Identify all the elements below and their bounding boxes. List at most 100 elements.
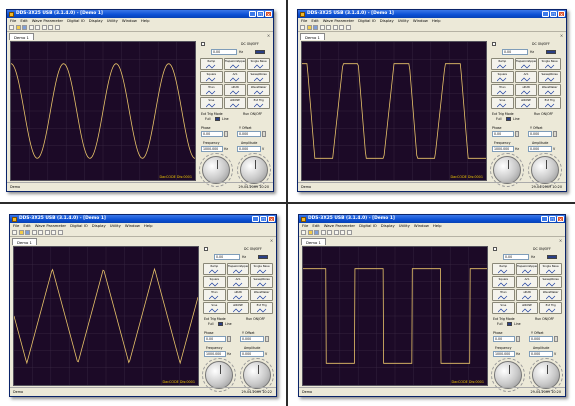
wave-button[interactable]: sRUN xyxy=(223,84,247,96)
save-icon[interactable] xyxy=(25,230,30,235)
dc-field[interactable]: 0.00 xyxy=(211,49,237,55)
tool-icon[interactable] xyxy=(41,25,47,30)
minimize-button[interactable]: _ xyxy=(541,216,548,222)
maximize-button[interactable]: □ xyxy=(257,11,264,17)
ext-mode-full[interactable]: Full xyxy=(205,117,210,121)
phase-input[interactable]: 0.00 xyxy=(493,336,515,342)
tool-icon[interactable] xyxy=(333,230,339,235)
offset-input[interactable]: 0.000 xyxy=(528,131,552,137)
wave-button[interactable]: Single Nave xyxy=(250,263,273,275)
close-button[interactable]: × xyxy=(557,216,564,222)
wave-button[interactable]: Trian xyxy=(203,289,226,301)
amplitude-knob[interactable] xyxy=(531,156,559,184)
wave-button[interactable]: Trian xyxy=(492,289,515,301)
title-bar[interactable]: DDS-3X25 USB (3.1.4.0) - [Demo 1] _ □ × xyxy=(299,215,565,223)
tab-close-icon[interactable]: × xyxy=(266,33,271,38)
tool-icon[interactable] xyxy=(332,25,338,30)
tool-icon[interactable] xyxy=(51,230,56,235)
frequency-input[interactable]: 1000.000 xyxy=(201,146,223,152)
wave-button[interactable]: TrapezoidAppend xyxy=(226,263,250,275)
frequency-knob[interactable] xyxy=(205,361,233,389)
run-icon[interactable] xyxy=(319,25,325,30)
minimize-button[interactable]: _ xyxy=(542,11,549,17)
dc-field[interactable]: 0.00 xyxy=(214,254,240,260)
wave-button[interactable]: WaveMaker xyxy=(539,289,562,301)
title-bar[interactable]: DDS-3X25 USB (3.1.4.0) - [Demo 1] _ □ × xyxy=(10,215,276,223)
tab-demo-1[interactable]: Demo 1 xyxy=(300,33,325,40)
wave-button[interactable]: sNOISE xyxy=(514,97,538,109)
offset-spinner[interactable] xyxy=(554,336,558,342)
wave-button[interactable]: Sine xyxy=(200,97,223,109)
wave-button[interactable]: Square xyxy=(492,276,515,288)
wave-button[interactable]: Ext Trig xyxy=(539,302,562,314)
wave-button[interactable]: TrapezoidAppend xyxy=(515,263,539,275)
stop-icon[interactable] xyxy=(35,25,40,30)
help-icon[interactable] xyxy=(54,25,60,30)
phase-spinner[interactable] xyxy=(227,336,231,342)
frequency-input[interactable]: 1000.000 xyxy=(204,351,226,357)
dc-field[interactable]: 0.00 xyxy=(502,49,528,55)
stop-icon[interactable] xyxy=(38,230,43,235)
frequency-input[interactable]: 1000.000 xyxy=(493,351,515,357)
help-icon[interactable] xyxy=(346,230,352,235)
amplitude-knob[interactable] xyxy=(240,156,268,184)
maximize-button[interactable]: □ xyxy=(550,11,557,17)
ext-mode-toggle[interactable] xyxy=(218,322,223,326)
run-icon[interactable] xyxy=(28,25,34,30)
tab-close-icon[interactable]: × xyxy=(558,238,563,243)
minimize-button[interactable]: _ xyxy=(249,11,256,17)
wave-button[interactable]: Arb xyxy=(226,276,250,288)
wave-button[interactable]: Trian xyxy=(491,84,514,96)
close-button[interactable]: × xyxy=(268,216,275,222)
open-folder-icon[interactable] xyxy=(15,25,21,30)
wave-button[interactable]: Ext Trig xyxy=(538,97,561,109)
wave-button[interactable]: Ramp xyxy=(200,58,223,70)
tool-icon[interactable] xyxy=(340,230,345,235)
ext-mode-full[interactable]: Full xyxy=(208,322,213,326)
save-icon[interactable] xyxy=(22,25,27,30)
offset-input[interactable]: 0.000 xyxy=(529,336,553,342)
wave-button[interactable]: Sine xyxy=(491,97,514,109)
save-icon[interactable] xyxy=(313,25,318,30)
tab-demo-1[interactable]: Demo 1 xyxy=(301,238,326,245)
ext-mode-line[interactable]: Line xyxy=(514,322,521,326)
wave-button[interactable]: Square xyxy=(200,71,223,83)
new-file-icon[interactable] xyxy=(12,230,17,235)
amplitude-input[interactable]: 0.000 xyxy=(237,146,261,152)
wave-button[interactable]: SweepNoise xyxy=(250,276,273,288)
dc-field[interactable]: 0.00 xyxy=(503,254,529,260)
new-file-icon[interactable] xyxy=(301,230,306,235)
tool-icon[interactable] xyxy=(48,25,53,30)
phase-spinner[interactable] xyxy=(515,131,519,137)
frequency-knob[interactable] xyxy=(493,156,521,184)
tab-close-icon[interactable]: × xyxy=(269,238,274,243)
stop-icon[interactable] xyxy=(326,25,331,30)
amplitude-input[interactable]: 0.000 xyxy=(529,351,553,357)
ext-mode-line[interactable]: Line xyxy=(225,322,232,326)
amplitude-knob[interactable] xyxy=(243,361,271,389)
help-icon[interactable] xyxy=(57,230,63,235)
close-button[interactable]: × xyxy=(558,11,565,17)
offset-input[interactable]: 0.000 xyxy=(237,131,261,137)
wave-button[interactable]: SweepNoise xyxy=(538,71,561,83)
wave-button[interactable]: Ext Trig xyxy=(250,302,273,314)
ext-mode-full[interactable]: Full xyxy=(496,117,501,121)
phase-input[interactable]: 0.00 xyxy=(204,336,226,342)
wave-button[interactable]: sNOISE xyxy=(515,302,539,314)
ext-mode-toggle[interactable] xyxy=(215,117,220,121)
wave-button[interactable]: Single Nave xyxy=(538,58,561,70)
maximize-button[interactable]: □ xyxy=(549,216,556,222)
phase-input[interactable]: 0.00 xyxy=(201,131,223,137)
ext-mode-full[interactable]: Full xyxy=(497,322,502,326)
wave-button[interactable]: Single Nave xyxy=(247,58,270,70)
wave-button[interactable]: Ext Trig xyxy=(247,97,270,109)
frequency-knob[interactable] xyxy=(202,156,230,184)
ext-mode-line[interactable]: Line xyxy=(222,117,229,121)
ext-mode-toggle[interactable] xyxy=(507,322,512,326)
wave-button[interactable]: sRUN xyxy=(515,289,539,301)
open-folder-icon[interactable] xyxy=(18,230,24,235)
run-icon[interactable] xyxy=(31,230,37,235)
wave-button[interactable]: SweepNoise xyxy=(247,71,270,83)
wave-button[interactable]: WaveMaker xyxy=(250,289,273,301)
stop-icon[interactable] xyxy=(327,230,332,235)
